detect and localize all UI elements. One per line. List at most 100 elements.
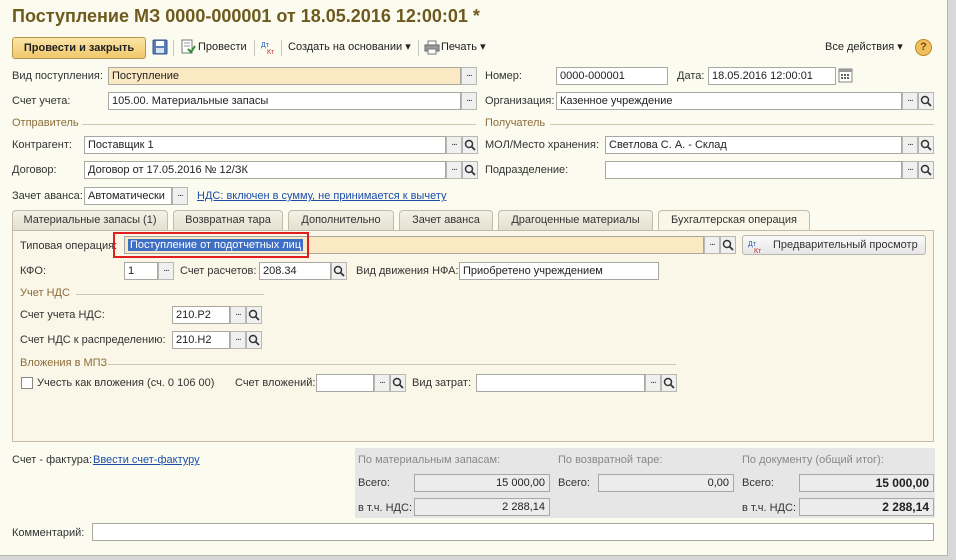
- page-title: Поступление МЗ 0000-000001 от 18.05.2016…: [12, 6, 480, 26]
- materials-total-label: Всего:: [358, 477, 390, 489]
- search-icon[interactable]: [918, 161, 934, 179]
- toolbar-separator: [254, 40, 255, 56]
- vat-distribution-field[interactable]: 210.Н2: [172, 331, 230, 349]
- number-field[interactable]: 0000-000001: [556, 67, 668, 85]
- receiver-section-title: Получатель: [485, 117, 546, 129]
- section-divider: [82, 124, 476, 125]
- search-icon[interactable]: [462, 136, 478, 154]
- search-icon[interactable]: [918, 136, 934, 154]
- all-actions-label: Все действия: [825, 41, 895, 53]
- search-icon[interactable]: [918, 92, 934, 110]
- search-icon[interactable]: [246, 306, 262, 324]
- comment-field[interactable]: [92, 523, 934, 541]
- counterparty-label: Контрагент:: [12, 139, 72, 151]
- invest-checkbox[interactable]: [21, 377, 33, 389]
- ellipsis-icon[interactable]: ...: [230, 331, 246, 349]
- document-total-value: 15 000,00: [799, 474, 934, 492]
- receipt-type-field[interactable]: Поступление: [108, 67, 461, 85]
- tab-precious-materials[interactable]: Драгоценные материалы: [498, 210, 653, 230]
- create-based-on-label: Создать на основании: [288, 41, 403, 53]
- ellipsis-icon[interactable]: ...: [645, 374, 661, 392]
- section-divider: [550, 124, 934, 125]
- document-window: Поступление МЗ 0000-000001 от 18.05.2016…: [0, 0, 948, 556]
- search-icon[interactable]: [720, 236, 736, 254]
- dt-kt-icon[interactable]: Дт Кт: [260, 39, 278, 55]
- section-divider: [76, 294, 264, 295]
- enter-invoice-link[interactable]: Ввести счет-фактуру: [93, 453, 200, 467]
- tab-additional[interactable]: Дополнительно: [288, 210, 394, 230]
- invest-account-label: Счет вложений:: [235, 377, 316, 389]
- print-label: Печать: [441, 41, 478, 53]
- ellipsis-icon[interactable]: ...: [230, 306, 246, 324]
- contract-field[interactable]: Договор от 17.05.2016 № 12/ЗК: [84, 161, 446, 179]
- advance-label: Зачет аванса:: [12, 190, 83, 202]
- print-button[interactable]: Печать ▾: [441, 38, 486, 58]
- chevron-down-icon: ▾: [480, 41, 486, 53]
- section-divider: [108, 364, 676, 365]
- svg-text:Дт: Дт: [261, 42, 270, 49]
- ellipsis-icon[interactable]: ...: [902, 136, 918, 154]
- search-icon[interactable]: [462, 161, 478, 179]
- post-button[interactable]: Провести: [198, 38, 247, 58]
- vat-account-field[interactable]: 210.Р2: [172, 306, 230, 324]
- tab-materials[interactable]: Материальные запасы (1): [12, 210, 168, 230]
- materials-vat-value: 2 288,14: [414, 498, 550, 516]
- account-field[interactable]: 105.00. Материальные запасы: [108, 92, 461, 110]
- ellipsis-icon[interactable]: ...: [172, 187, 188, 205]
- svg-text:Кт: Кт: [754, 248, 762, 254]
- ellipsis-icon[interactable]: ...: [704, 236, 720, 254]
- materials-totals-header: По материальным запасам:: [358, 454, 501, 466]
- tare-total-value: 0,00: [598, 474, 734, 492]
- subdivision-field[interactable]: [605, 161, 902, 179]
- ellipsis-icon[interactable]: ...: [374, 374, 390, 392]
- preview-button[interactable]: Дт Кт Предварительный просмотр: [742, 235, 926, 255]
- contract-label: Договор:: [12, 164, 57, 176]
- preview-button-label: Предварительный просмотр: [773, 239, 918, 251]
- tab-accounting-operation[interactable]: Бухгалтерская операция: [658, 210, 810, 231]
- subdivision-label: Подразделение:: [485, 164, 569, 176]
- vat-distribution-label: Счет НДС к распределению:: [20, 334, 166, 346]
- invest-account-field[interactable]: [316, 374, 374, 392]
- vat-link[interactable]: НДС: включен в сумму, не принимается к в…: [197, 189, 446, 203]
- vat-section-title: Учет НДС: [20, 287, 70, 299]
- all-actions-button[interactable]: Все действия ▾: [825, 38, 903, 58]
- nfa-movement-field[interactable]: Приобретено учреждением: [459, 262, 659, 280]
- save-icon[interactable]: [152, 39, 168, 55]
- tab-returnable-tare[interactable]: Возвратная тара: [173, 210, 283, 230]
- ellipsis-icon[interactable]: ...: [158, 262, 174, 280]
- search-icon[interactable]: [390, 374, 406, 392]
- create-based-on-button[interactable]: Создать на основании ▾: [288, 38, 411, 58]
- ellipsis-icon[interactable]: ...: [902, 161, 918, 179]
- help-icon[interactable]: ?: [915, 39, 932, 56]
- svg-text:Дт: Дт: [748, 241, 757, 248]
- post-and-close-button[interactable]: Провести и закрыть: [12, 37, 146, 59]
- ellipsis-icon[interactable]: ...: [446, 161, 462, 179]
- counterparty-field[interactable]: Поставщик 1: [84, 136, 446, 154]
- receipt-type-label: Вид поступления:: [12, 70, 103, 82]
- search-icon[interactable]: [331, 262, 347, 280]
- kfo-field[interactable]: 1: [124, 262, 158, 280]
- invest-checkbox-label: Учесть как вложения (сч. 0 106 00): [37, 377, 215, 389]
- comment-label: Комментарий:: [12, 527, 85, 539]
- toolbar-separator: [418, 40, 419, 56]
- mol-field[interactable]: Светлова С. А. - Склад: [605, 136, 902, 154]
- organization-field[interactable]: Казенное учреждение: [556, 92, 902, 110]
- ellipsis-icon[interactable]: ...: [902, 92, 918, 110]
- advance-field[interactable]: Автоматически: [84, 187, 172, 205]
- calendar-icon[interactable]: [838, 67, 854, 85]
- cost-type-label: Вид затрат:: [412, 377, 472, 389]
- search-icon[interactable]: [246, 331, 262, 349]
- tab-advance-offset[interactable]: Зачет аванса: [399, 210, 493, 230]
- cost-type-field[interactable]: [476, 374, 645, 392]
- toolbar-separator: [281, 40, 282, 56]
- settlement-account-field[interactable]: 208.34: [259, 262, 331, 280]
- search-icon[interactable]: [661, 374, 677, 392]
- ellipsis-icon[interactable]: ...: [446, 136, 462, 154]
- date-field[interactable]: 18.05.2016 12:00:01: [708, 67, 836, 85]
- settlement-account-label: Счет расчетов:: [180, 265, 257, 277]
- ellipsis-icon[interactable]: ...: [461, 67, 477, 85]
- account-label: Счет учета:: [12, 95, 71, 107]
- document-totals-header: По документу (общий итог):: [742, 454, 884, 466]
- ellipsis-icon[interactable]: ...: [461, 92, 477, 110]
- sender-section-title: Отправитель: [12, 117, 79, 129]
